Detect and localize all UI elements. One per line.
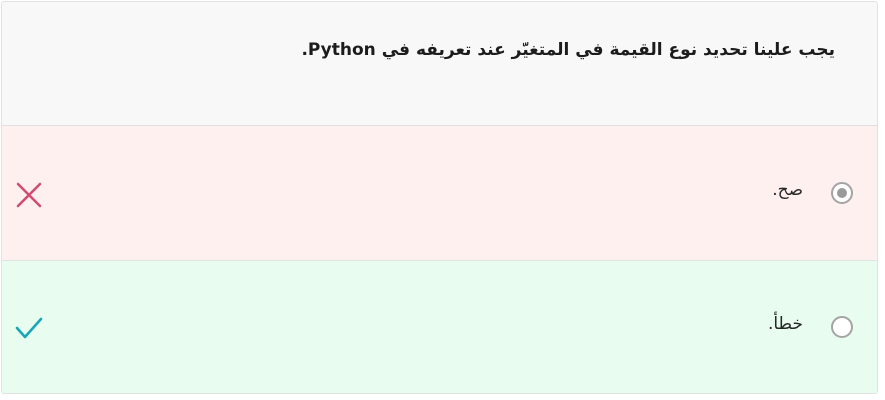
option-false-radio[interactable] — [831, 316, 853, 338]
option-true[interactable]: صح. — [2, 126, 877, 261]
question-text: يجب علينا تحديد نوع القيمة في المتغيّر ع… — [301, 40, 835, 60]
quiz-question-card: يجب علينا تحديد نوع القيمة في المتغيّر ع… — [1, 1, 878, 394]
option-true-label: صح. — [772, 180, 803, 200]
option-true-radio[interactable] — [831, 182, 853, 204]
check-icon — [14, 313, 44, 347]
option-false[interactable]: خطأ. — [2, 261, 877, 393]
question-header: يجب علينا تحديد نوع القيمة في المتغيّر ع… — [2, 2, 877, 126]
x-icon — [14, 180, 44, 214]
radio-selected-dot — [837, 188, 847, 198]
option-false-label: خطأ. — [767, 314, 803, 334]
